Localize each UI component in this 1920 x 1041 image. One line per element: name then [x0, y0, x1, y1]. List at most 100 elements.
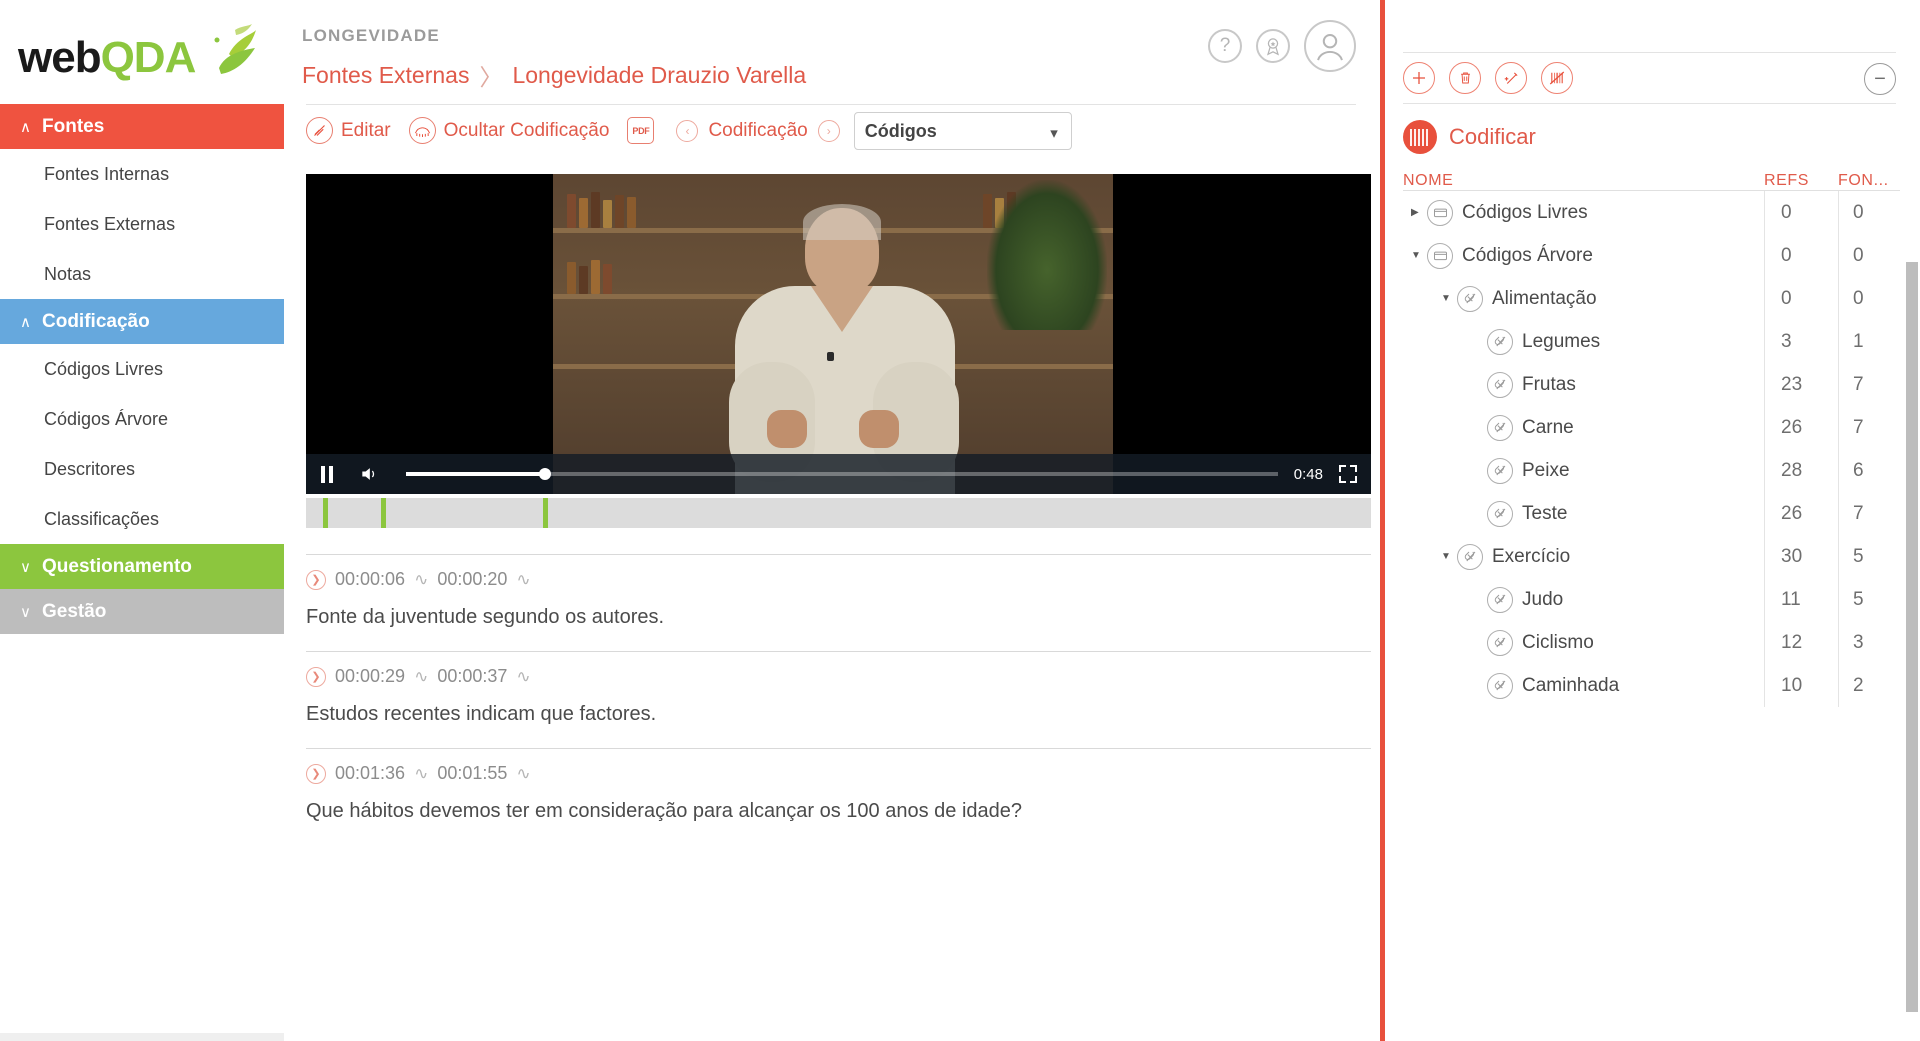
table-row[interactable]: ▼ Códigos Árvore 0 0: [1403, 234, 1900, 277]
hide-coding-button[interactable]: Ocultar Codificação: [408, 117, 609, 144]
breadcrumb-parent[interactable]: Fontes Externas: [302, 62, 469, 89]
uncode-button[interactable]: [1541, 62, 1573, 94]
code-name: Peixe: [1522, 459, 1570, 481]
table-row[interactable]: Peixe 28 6: [1403, 449, 1900, 492]
folder-icon: [1427, 199, 1453, 226]
code-name: Judo: [1522, 588, 1564, 610]
app-root: webQDA ∧ Fontes Fontes Internas Fontes E…: [0, 0, 1920, 1041]
pdf-button[interactable]: PDF: [627, 117, 662, 144]
table-row[interactable]: Carne 26 7: [1403, 406, 1900, 449]
code-files-count: 6: [1838, 449, 1900, 492]
coding-next-button[interactable]: ›: [817, 119, 840, 142]
sidebar-group-gestao[interactable]: ∨ Gestão: [0, 589, 284, 634]
header-actions: ?: [1208, 20, 1356, 72]
table-row[interactable]: Legumes 3 1: [1403, 320, 1900, 363]
pause-button[interactable]: [320, 465, 338, 483]
fullscreen-icon[interactable]: [1339, 465, 1357, 483]
table-row[interactable]: ▶ Códigos Livres 0 0: [1403, 191, 1900, 234]
waveform-icon: ∿: [414, 666, 429, 686]
sidebar-item-codigos-livres[interactable]: Códigos Livres: [0, 344, 284, 394]
codes-select[interactable]: Códigos Descritores Classificações: [853, 111, 1072, 150]
codes-tree-scrollbar[interactable]: [1906, 262, 1918, 1012]
chevron-down-icon: ∨: [20, 603, 31, 621]
column-header-files: FON...: [1838, 172, 1889, 189]
sidebar-scrollbar[interactable]: [0, 1033, 284, 1041]
main-content: LONGEVIDADE Fontes Externas 〉 Longevidad…: [284, 0, 1380, 1041]
sidebar-item-classificacoes[interactable]: Classificações: [0, 494, 284, 544]
segment-text: Que hábitos devemos ter em consideração …: [306, 800, 1023, 822]
segment-text: Fonte da juventude segundo os autores.: [306, 606, 665, 628]
video-progress-bar[interactable]: [406, 468, 1278, 480]
code-name: Ciclismo: [1522, 631, 1594, 653]
document-toolbar: Editar Ocultar Codificação PDF ‹ Codific…: [306, 104, 1356, 156]
sidebar-group-fontes[interactable]: ∧ Fontes: [0, 104, 284, 149]
sidebar-item-notas[interactable]: Notas: [0, 249, 284, 299]
table-row[interactable]: Ciclismo 12 3: [1403, 621, 1900, 664]
transcript-segment[interactable]: ❯ 00:00:06 ∿ 00:00:20 ∿ Fonte da juventu…: [306, 554, 1371, 651]
segment-end-time: 00:00:20: [437, 569, 508, 589]
transcript-segment[interactable]: ❯ 00:00:29 ∿ 00:00:37 ∿ Estudos recentes…: [306, 651, 1371, 748]
code-files-count: 2: [1838, 664, 1900, 707]
delete-code-button[interactable]: [1449, 62, 1481, 94]
sidebar-item-fontes-internas[interactable]: Fontes Internas: [0, 149, 284, 199]
table-row[interactable]: Frutas 23 7: [1403, 363, 1900, 406]
code-files-count: 1: [1838, 320, 1900, 363]
code-name: Legumes: [1522, 330, 1601, 352]
sidebar-item-fontes-externas[interactable]: Fontes Externas: [0, 199, 284, 249]
coding-timeline[interactable]: [306, 498, 1371, 528]
coding-panel-toolbar: −: [1403, 52, 1896, 104]
video-controls: 0:48: [306, 454, 1371, 494]
edit-code-button[interactable]: [1495, 62, 1527, 94]
waveform-icon: ∿: [516, 569, 531, 589]
video-progress-handle[interactable]: [539, 468, 552, 480]
waveform-icon: ∿: [516, 666, 531, 686]
code-files-count: 3: [1838, 621, 1900, 664]
code-icon: [1487, 500, 1513, 527]
table-row[interactable]: ▼ Alimentação 0 0: [1403, 277, 1900, 320]
column-header-name: NOME: [1403, 172, 1454, 189]
sidebar-item-codigos-arvore[interactable]: Códigos Árvore: [0, 394, 284, 444]
edit-button[interactable]: Editar: [306, 117, 391, 144]
table-row[interactable]: Teste 26 7: [1403, 492, 1900, 535]
coding-prev-button[interactable]: ‹: [676, 119, 699, 142]
table-row[interactable]: Judo 11 5: [1403, 578, 1900, 621]
segment-play-icon[interactable]: ❯: [306, 763, 326, 784]
sidebar-group-label-gestao: Gestão: [42, 600, 107, 622]
code-refs-count: 26: [1764, 492, 1838, 535]
column-header-refs: REFS: [1764, 172, 1810, 189]
coding-panel-title-row: Codificar: [1403, 120, 1920, 154]
sidebar: webQDA ∧ Fontes Fontes Internas Fontes E…: [0, 0, 284, 1041]
help-icon[interactable]: ?: [1208, 29, 1242, 63]
add-code-button[interactable]: [1403, 62, 1435, 94]
codes-table-header: NOME REFS FON...: [1403, 172, 1900, 190]
chevron-down-icon[interactable]: ▼: [1411, 250, 1427, 261]
page-header: LONGEVIDADE Fontes Externas 〉 Longevidad…: [284, 0, 1380, 104]
chevron-down-icon[interactable]: ▼: [1441, 293, 1457, 304]
segment-play-icon[interactable]: ❯: [306, 569, 326, 590]
video-player[interactable]: 0:48: [306, 174, 1371, 494]
code-icon: [1457, 543, 1483, 570]
plant-decoration: [987, 180, 1107, 330]
table-row[interactable]: ▼ Exercício 30 5: [1403, 535, 1900, 578]
logo[interactable]: webQDA: [0, 0, 284, 104]
segment-play-icon[interactable]: ❯: [306, 666, 326, 687]
sidebar-group-codificacao[interactable]: ∧ Codificação: [0, 299, 284, 344]
award-icon[interactable]: [1256, 29, 1290, 63]
code-files-count: 7: [1838, 363, 1900, 406]
minimize-panel-button[interactable]: −: [1864, 63, 1896, 95]
transcript-segment[interactable]: ❯ 00:01:36 ∿ 00:01:55 ∿ Que hábitos deve…: [306, 748, 1371, 845]
sidebar-group-questionamento[interactable]: ∨ Questionamento: [0, 544, 284, 589]
chevron-right-icon[interactable]: ▶: [1411, 207, 1427, 218]
code-name: Teste: [1522, 502, 1568, 524]
avatar[interactable]: [1304, 20, 1356, 72]
volume-icon[interactable]: [358, 464, 380, 484]
edit-button-label: Editar: [341, 119, 391, 141]
pdf-icon: PDF: [627, 117, 655, 144]
code-refs-count: 3: [1764, 320, 1838, 363]
breadcrumb-current[interactable]: Longevidade Drauzio Varella: [512, 62, 806, 89]
chevron-down-icon[interactable]: ▼: [1441, 551, 1457, 562]
table-row[interactable]: Caminhada 10 2: [1403, 664, 1900, 707]
sidebar-item-descritores[interactable]: Descritores: [0, 444, 284, 494]
code-icon: [1487, 629, 1513, 656]
segment-start-time: 00:01:36: [335, 763, 406, 783]
